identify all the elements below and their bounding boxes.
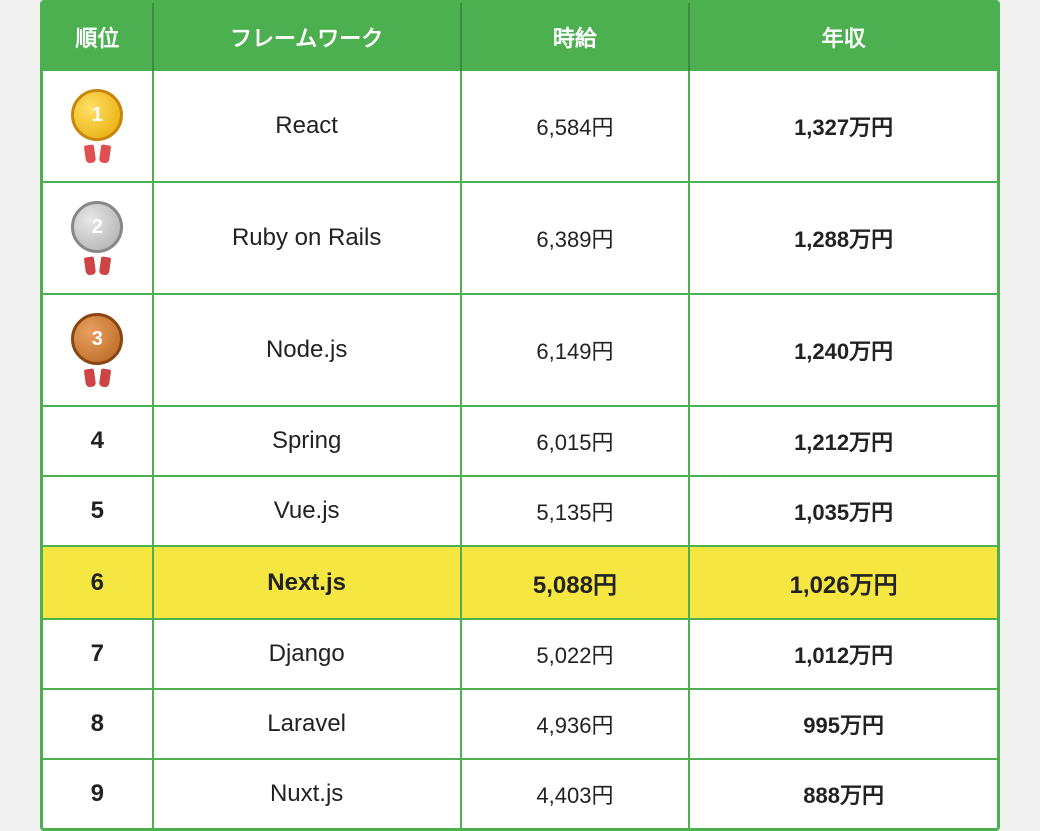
ribbon-left — [84, 368, 96, 387]
rank-cell: 4 — [43, 406, 153, 476]
table-row: 5Vue.js5,135円1,035万円 — [43, 476, 997, 546]
rank-cell: 6 — [43, 546, 153, 619]
hourly-cell: 4,403円 — [461, 759, 690, 828]
table-header: 順位 フレームワーク 時給 年収 — [43, 3, 997, 71]
hourly-cell: 6,149円 — [461, 294, 690, 406]
framework-cell: Vue.js — [153, 476, 461, 546]
ranking-table: 順位 フレームワーク 時給 年収 1 React6,584円1,327万円 2 Rub… — [43, 3, 997, 828]
table-row: 9Nuxt.js4,403円888万円 — [43, 759, 997, 828]
annual-cell: 1,026万円 — [689, 546, 997, 619]
rank-cell: 7 — [43, 619, 153, 689]
medal-ribbon — [85, 369, 110, 387]
table-row: 6Next.js5,088円1,026万円 — [43, 546, 997, 619]
hourly-cell: 6,584円 — [461, 71, 690, 182]
header-framework: フレームワーク — [153, 3, 461, 71]
table-row: 4Spring6,015円1,212万円 — [43, 406, 997, 476]
annual-cell: 888万円 — [689, 759, 997, 828]
hourly-cell: 6,389円 — [461, 182, 690, 294]
medal-circle: 2 — [71, 201, 123, 253]
hourly-cell: 4,936円 — [461, 689, 690, 759]
medal-circle: 1 — [71, 89, 123, 141]
annual-cell: 1,288万円 — [689, 182, 997, 294]
annual-cell: 1,035万円 — [689, 476, 997, 546]
annual-cell: 1,327万円 — [689, 71, 997, 182]
ribbon-right — [99, 144, 111, 163]
table-row: 2 Ruby on Rails6,389円1,288万円 — [43, 182, 997, 294]
ribbon-right — [99, 256, 111, 275]
rank-cell: 5 — [43, 476, 153, 546]
header-hourly: 時給 — [461, 3, 690, 71]
ribbon-left — [84, 256, 96, 275]
medal-ribbon — [85, 145, 110, 163]
rank-cell: 9 — [43, 759, 153, 828]
hourly-cell: 5,088円 — [461, 546, 690, 619]
table-row: 1 React6,584円1,327万円 — [43, 71, 997, 182]
framework-cell: Spring — [153, 406, 461, 476]
framework-cell: Laravel — [153, 689, 461, 759]
hourly-cell: 6,015円 — [461, 406, 690, 476]
rank-cell: 2 — [43, 182, 153, 294]
medal-silver: 2 — [53, 201, 142, 275]
medal-gold: 1 — [53, 89, 142, 163]
medal-bronze: 3 — [53, 313, 142, 387]
annual-cell: 995万円 — [689, 689, 997, 759]
annual-cell: 1,212万円 — [689, 406, 997, 476]
table-row: 3 Node.js6,149円1,240万円 — [43, 294, 997, 406]
header-annual: 年収 — [689, 3, 997, 71]
hourly-cell: 5,135円 — [461, 476, 690, 546]
framework-cell: Next.js — [153, 546, 461, 619]
annual-cell: 1,240万円 — [689, 294, 997, 406]
table-body: 1React6,584円1,327万円2Ruby on Rails6,389円1… — [43, 71, 997, 828]
medal-circle: 3 — [71, 313, 123, 365]
framework-cell: Nuxt.js — [153, 759, 461, 828]
header-rank: 順位 — [43, 3, 153, 71]
rank-cell: 8 — [43, 689, 153, 759]
medal-ribbon — [85, 257, 110, 275]
ribbon-right — [99, 368, 111, 387]
framework-cell: Django — [153, 619, 461, 689]
rank-cell: 3 — [43, 294, 153, 406]
ranking-table-wrapper: 順位 フレームワーク 時給 年収 1 React6,584円1,327万円 2 Rub… — [40, 0, 1000, 831]
table-row: 8Laravel4,936円995万円 — [43, 689, 997, 759]
annual-cell: 1,012万円 — [689, 619, 997, 689]
hourly-cell: 5,022円 — [461, 619, 690, 689]
framework-cell: Ruby on Rails — [153, 182, 461, 294]
framework-cell: Node.js — [153, 294, 461, 406]
framework-cell: React — [153, 71, 461, 182]
rank-cell: 1 — [43, 71, 153, 182]
table-row: 7Django5,022円1,012万円 — [43, 619, 997, 689]
ribbon-left — [84, 144, 96, 163]
